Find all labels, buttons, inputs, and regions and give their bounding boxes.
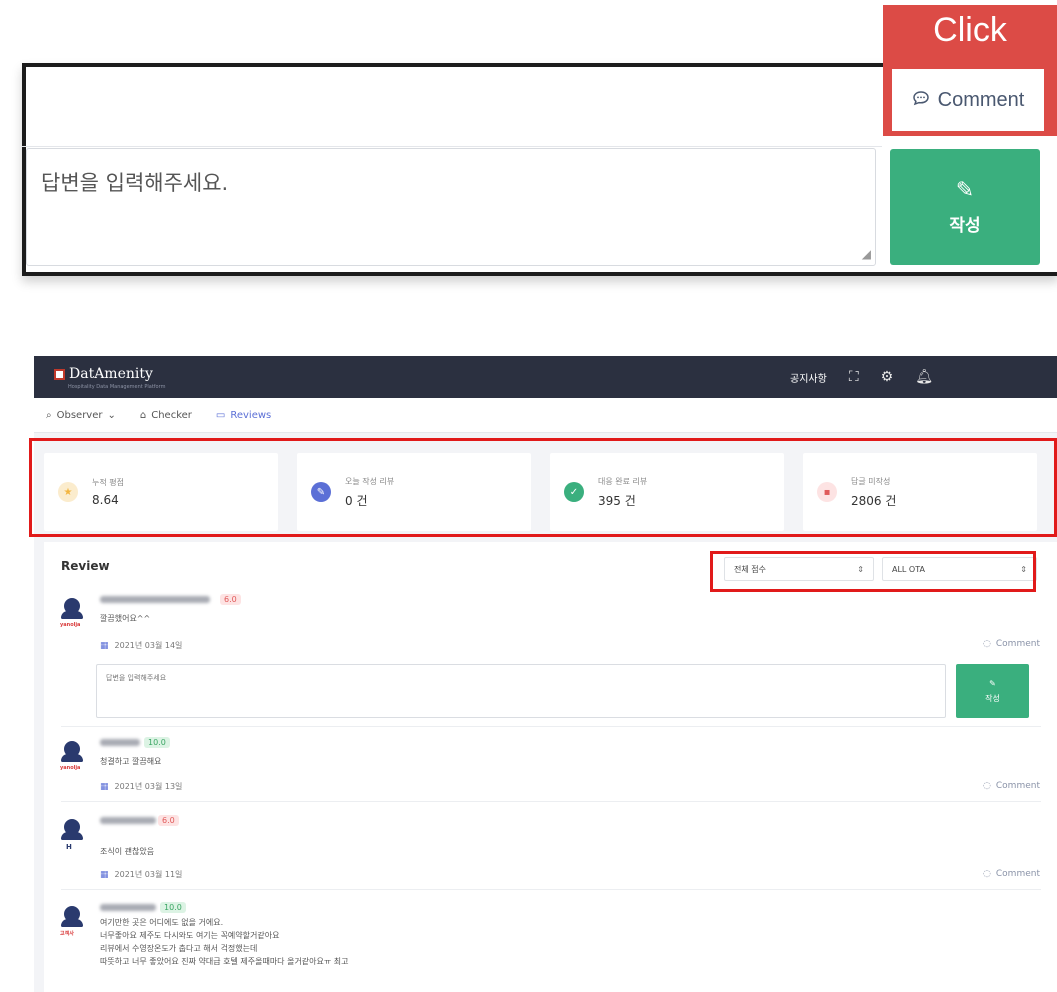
datamenity-logo[interactable]: DatAmenity Hospitality Data Management P… xyxy=(54,366,165,390)
logo-mark-icon xyxy=(54,368,65,380)
review-line: 너무좋아요 제주도 다시와도 여기는 꼭예약할거같아요 xyxy=(100,931,280,940)
speech-bubble-icon: ◌ xyxy=(983,869,991,879)
speech-bubble-icon xyxy=(912,89,930,112)
submit-reply-button[interactable]: ✎ 작성 xyxy=(956,664,1029,718)
zoom-submit-label: 작성 xyxy=(949,216,981,236)
subnav-checker-label: Checker xyxy=(151,409,192,421)
logo-subtitle: Hospitality Data Management Platform xyxy=(68,384,166,390)
comment-button[interactable]: ◌ Comment xyxy=(983,639,1040,649)
fullscreen-icon[interactable]: ⛶ xyxy=(849,369,859,385)
settings-gear-icon[interactable]: ⚙ xyxy=(881,369,894,385)
message-square-icon: ▭ xyxy=(215,409,226,421)
zoom-submit-button[interactable]: ✎ 작성 xyxy=(890,149,1040,265)
review-card: Review 전체 점수 ⇕ ALL OTA ⇕ yanolja 6.0 깔끔했… xyxy=(44,542,1057,992)
calendar-icon: ▦ xyxy=(100,640,109,651)
stats-highlight-box xyxy=(29,438,1057,537)
logo-text: DatAmenity xyxy=(69,366,153,382)
user-avatar-icon xyxy=(61,906,83,927)
zoom-reply-placeholder: 답변을 입력해주세요. xyxy=(41,171,229,195)
divider xyxy=(61,889,1041,890)
subnav-checker[interactable]: ⌂ Checker xyxy=(140,410,192,421)
top-navbar: DatAmenity Hospitality Data Management P… xyxy=(34,356,1057,398)
ota-logo: yanolja xyxy=(60,622,81,628)
ota-logo: 고객사 xyxy=(60,931,74,937)
comment-label: Comment xyxy=(995,639,1040,649)
navbar-actions: 공지사항 ⛶ ⚙ 🔔︎ xyxy=(790,369,933,385)
comment-button[interactable]: ◌ Comment xyxy=(983,781,1040,791)
resize-handle-icon[interactable]: ◢ xyxy=(862,247,871,261)
reviewer-name-blurred xyxy=(100,596,210,603)
review-line: 여기만한 곳은 어디에도 없을 거에요. xyxy=(100,918,224,927)
score-badge: 10.0 xyxy=(160,902,186,913)
calendar-icon: ▦ xyxy=(100,869,109,880)
review-section-title: Review xyxy=(61,559,110,573)
subnav-observer-label: Observer xyxy=(56,409,103,421)
click-annotation-box: Click Comment xyxy=(883,5,1057,136)
review-date: ▦ 2021년 03월 14일 xyxy=(100,640,182,651)
bell-icon[interactable]: 🔔︎ xyxy=(915,369,933,385)
review-text: 청결하고 깔끔해요 xyxy=(100,757,162,766)
review-text: 여기만한 곳은 어디에도 없을 거에요. 너무좋아요 제주도 다시와도 여기는 … xyxy=(100,916,349,968)
comment-label: Comment xyxy=(995,869,1040,879)
pencil-icon: ✎ xyxy=(955,178,975,203)
zoom-comment-label: Comment xyxy=(937,88,1025,111)
search-icon: ⌕ xyxy=(46,409,52,421)
score-badge: 10.0 xyxy=(144,737,170,748)
review-date-text: 2021년 03월 13일 xyxy=(114,782,183,791)
zoom-comment-button[interactable]: Comment xyxy=(892,69,1044,131)
building-icon: ⌂ xyxy=(139,409,147,421)
reviewer-name-blurred xyxy=(100,817,156,824)
divider xyxy=(61,726,1041,727)
divider xyxy=(61,801,1041,802)
reviewer-name-blurred xyxy=(100,904,156,911)
sub-navigation: ⌕ Observer ⌄ ⌂ Checker ▭ Reviews xyxy=(34,398,1057,433)
review-date-text: 2021년 03월 14일 xyxy=(114,641,183,650)
submit-reply-label: 작성 xyxy=(985,693,1000,703)
zoom-divider xyxy=(22,146,882,147)
review-date: ▦ 2021년 03월 11일 xyxy=(100,869,182,880)
review-date-text: 2021년 03월 11일 xyxy=(114,870,183,879)
notice-link[interactable]: 공지사항 xyxy=(790,370,827,385)
reviewer-name-blurred xyxy=(100,739,140,746)
user-avatar-icon xyxy=(61,819,83,840)
subnav-reviews-label: Reviews xyxy=(230,409,272,421)
comment-button[interactable]: ◌ Comment xyxy=(983,869,1040,879)
screenshot-root: 답변을 입력해주세요. ◢ ✎ 작성 Click Comment DatAmen… xyxy=(0,0,1057,992)
review-text: 조식이 괜찮았음 xyxy=(100,847,155,856)
chevron-down-icon: ⌄ xyxy=(107,409,116,421)
comment-label: Comment xyxy=(995,781,1040,791)
zoom-reply-textarea[interactable]: 답변을 입력해주세요. ◢ xyxy=(26,148,876,266)
review-date: ▦ 2021년 03월 13일 xyxy=(100,781,182,792)
speech-bubble-icon: ◌ xyxy=(983,781,991,791)
calendar-icon: ▦ xyxy=(100,781,109,792)
score-badge: 6.0 xyxy=(220,594,241,605)
pencil-icon: ✎ xyxy=(989,678,996,688)
ota-logo: yanolja xyxy=(60,765,81,771)
filter-highlight-box xyxy=(710,551,1036,592)
ota-logo: H xyxy=(66,843,72,851)
click-annotation-label: Click xyxy=(933,11,1007,49)
reply-textarea[interactable]: 답변을 입력해주세요 xyxy=(96,664,946,718)
score-badge: 6.0 xyxy=(158,815,179,826)
user-avatar-icon xyxy=(61,598,83,619)
user-avatar-icon xyxy=(61,741,83,762)
review-line: 따뜻하고 너무 좋았어요 진짜 약대급 호텔 제주올때마다 올거같아요ㅠ 최고 xyxy=(100,957,349,966)
speech-bubble-icon: ◌ xyxy=(983,639,991,649)
review-line: 리뷰에서 수영장온도가 춥다고 해서 걱정했는데 xyxy=(100,944,258,953)
subnav-reviews[interactable]: ▭ Reviews xyxy=(216,410,271,421)
review-text: 깔끔했어요^^ xyxy=(100,614,151,623)
subnav-observer[interactable]: ⌕ Observer ⌄ xyxy=(46,410,116,421)
